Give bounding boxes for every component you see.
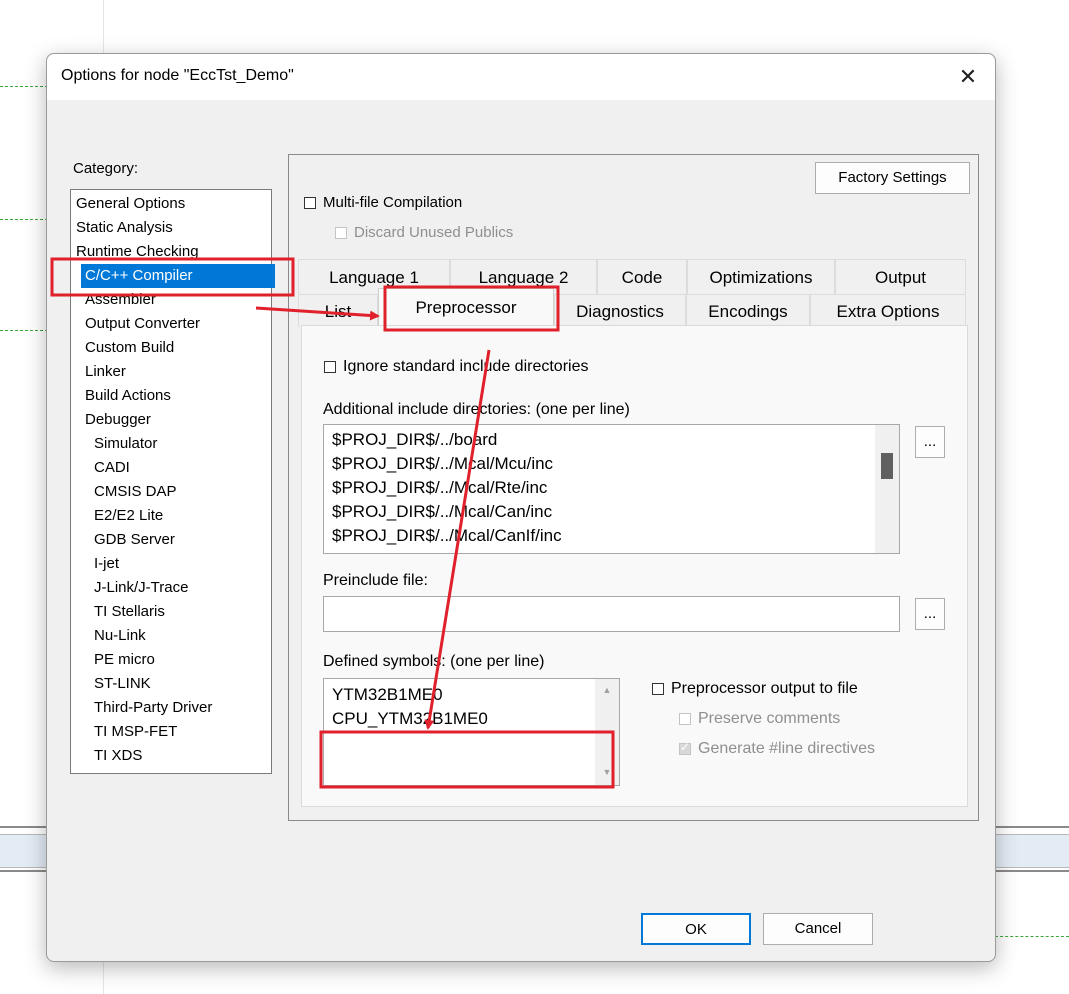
category-item[interactable]: J-Link/J-Trace [94, 576, 188, 600]
category-item[interactable]: TI Stellaris [94, 600, 165, 624]
tab-diagnostics[interactable]: Diagnostics [554, 294, 686, 327]
preinclude-label: Preinclude file: [323, 572, 428, 589]
generate-line-label: Generate #line directives [698, 740, 875, 757]
category-item[interactable]: I-jet [94, 552, 119, 576]
include-dir-line: $PROJ_DIR$/../board [332, 430, 498, 449]
scroll-up-icon[interactable]: ▲ [595, 685, 619, 695]
tab-encodings[interactable]: Encodings [686, 294, 810, 327]
editor-dashed-line [0, 330, 48, 331]
category-item[interactable]: Custom Build [85, 336, 174, 360]
include-dir-line: $PROJ_DIR$/../Mcal/Rte/inc [332, 478, 548, 497]
factory-settings-button[interactable]: Factory Settings [815, 162, 970, 194]
category-item[interactable]: CMSIS DAP [94, 480, 177, 504]
include-dirs-browse-button[interactable]: ... [915, 426, 945, 458]
category-item[interactable]: Assembler [85, 288, 156, 312]
tab-preprocessor[interactable]: Preprocessor [378, 288, 554, 327]
ok-button[interactable]: OK [641, 913, 751, 945]
multi-file-label: Multi-file Compilation [323, 194, 463, 211]
preserve-comments-checkbox [679, 713, 691, 725]
multi-file-checkbox[interactable] [304, 197, 316, 209]
category-item[interactable]: E2/E2 Lite [94, 504, 163, 528]
tab-extra-options[interactable]: Extra Options [810, 294, 966, 327]
category-item[interactable]: Runtime Checking [76, 240, 199, 264]
include-dir-line: $PROJ_DIR$/../Mcal/CanIf/inc [332, 526, 562, 545]
category-item[interactable]: PE micro [94, 648, 155, 672]
defined-symbols-label: Defined symbols: (one per line) [323, 653, 545, 670]
dialog-title: Options for node "EccTst_Demo" [61, 67, 294, 84]
defined-symbol-line: CPU_YTM32B1ME0 [332, 709, 488, 728]
editor-dashed-line [0, 86, 48, 87]
category-item[interactable]: Static Analysis [76, 216, 173, 240]
category-list[interactable]: General Options Static Analysis Runtime … [70, 189, 275, 774]
category-item[interactable]: GDB Server [94, 528, 175, 552]
defined-symbol-line: YTM32B1ME0 [332, 685, 443, 704]
dialog-titlebar: Options for node "EccTst_Demo" ✕ [47, 54, 995, 100]
scrollbar-thumb[interactable] [881, 453, 893, 479]
cancel-button[interactable]: Cancel [763, 913, 873, 945]
preinclude-input[interactable] [323, 596, 900, 632]
editor-dashed-line [0, 219, 48, 220]
category-item[interactable]: Simulator [94, 432, 157, 456]
preinclude-browse-button[interactable]: ... [915, 598, 945, 630]
generate-line-checkbox [679, 740, 691, 755]
options-dialog: Options for node "EccTst_Demo" ✕ Categor… [46, 53, 996, 962]
category-item[interactable]: CADI [94, 456, 130, 480]
category-item[interactable]: TI MSP-FET [94, 720, 177, 744]
compiler-options-panel: Factory Settings Multi-file Compilation … [288, 154, 979, 821]
editor-dashed-line [995, 936, 1069, 937]
defined-symbols-scrollbar[interactable]: ▲ ▼ [595, 679, 619, 785]
discard-unused-checkbox [335, 227, 347, 239]
preserve-comments-label: Preserve comments [698, 710, 841, 727]
category-item[interactable]: Linker [85, 360, 126, 384]
include-dirs-label: Additional include directories: (one per… [323, 401, 630, 418]
category-item[interactable]: TI XDS [94, 744, 142, 768]
tab-list[interactable]: List [298, 294, 378, 327]
defined-symbols-textarea[interactable]: YTM32B1ME0 CPU_YTM32B1ME0 ▲ ▼ [323, 678, 620, 786]
category-item[interactable]: Nu-Link [94, 624, 146, 648]
discard-unused-label: Discard Unused Publics [354, 224, 514, 241]
ignore-std-include-label: Ignore standard include directories [343, 358, 589, 375]
tab-optimizations[interactable]: Optimizations [687, 259, 835, 294]
category-item[interactable]: General Options [76, 192, 185, 216]
category-item[interactable]: ST-LINK [94, 672, 151, 696]
ignore-std-include-checkbox[interactable] [324, 361, 336, 373]
include-dir-line: $PROJ_DIR$/../Mcal/Mcu/inc [332, 454, 554, 473]
category-item-selected[interactable]: C/C++ Compiler [81, 264, 275, 288]
category-item[interactable]: Debugger [85, 408, 151, 432]
category-item[interactable]: Output Converter [85, 312, 200, 336]
tab-output[interactable]: Output [835, 259, 966, 294]
category-item[interactable]: Third-Party Driver [94, 696, 212, 720]
include-dir-line: $PROJ_DIR$/../Mcal/Can/inc [332, 502, 553, 521]
preprocessor-tab-content: Ignore standard include directories Addi… [301, 325, 968, 807]
preprocessor-output-checkbox[interactable] [652, 683, 664, 695]
tab-code[interactable]: Code [597, 259, 687, 294]
close-icon[interactable]: ✕ [953, 62, 983, 92]
preprocessor-output-label: Preprocessor output to file [671, 680, 858, 697]
include-dirs-scrollbar[interactable] [875, 425, 899, 553]
scroll-down-icon[interactable]: ▼ [595, 767, 619, 777]
include-dirs-textarea[interactable]: $PROJ_DIR$/../board $PROJ_DIR$/../Mcal/M… [323, 424, 900, 554]
category-label: Category: [73, 160, 139, 177]
category-item[interactable]: Build Actions [85, 384, 171, 408]
